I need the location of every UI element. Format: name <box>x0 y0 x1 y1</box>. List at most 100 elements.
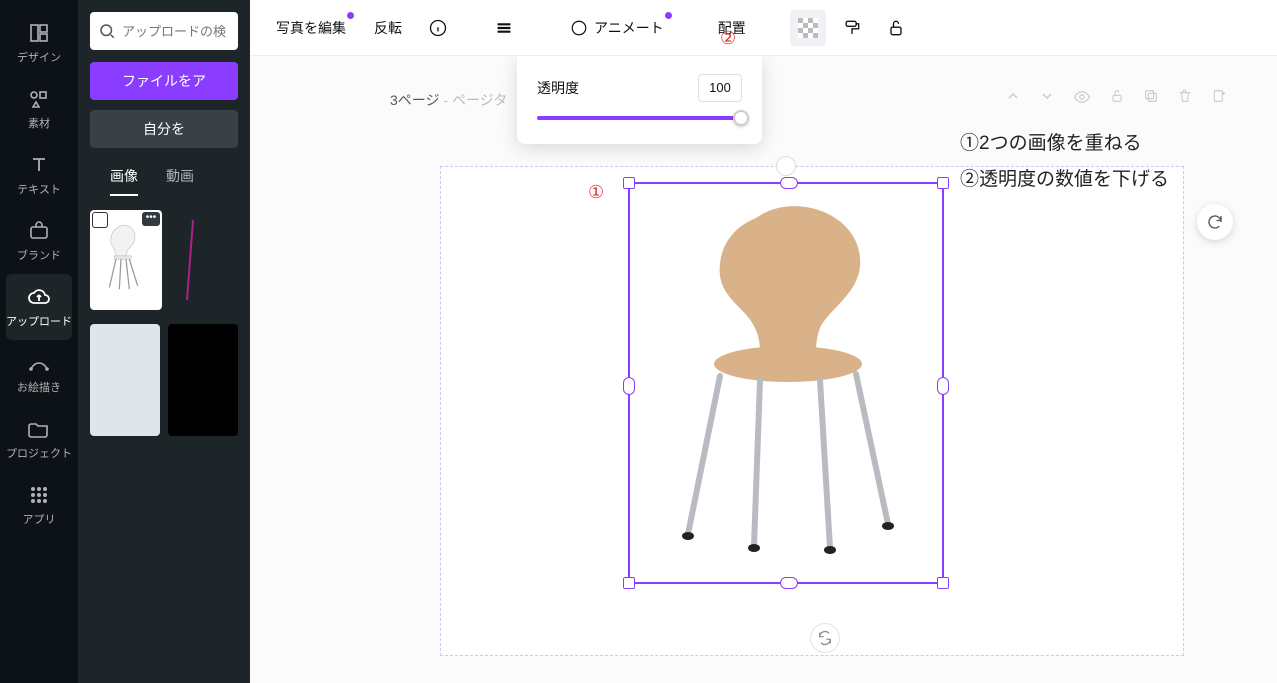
trash-icon <box>1177 88 1193 104</box>
nav-label: アップロード <box>6 313 72 329</box>
page-actions <box>1005 88 1227 111</box>
chair-image[interactable] <box>660 204 916 564</box>
record-yourself-button[interactable]: 自分を <box>90 110 238 148</box>
eye-icon <box>1073 88 1091 106</box>
nav-apps[interactable]: アプリ <box>0 472 78 538</box>
page-lock-button[interactable] <box>1109 88 1125 111</box>
page-up-button[interactable] <box>1005 88 1021 111</box>
nav-elements[interactable]: 素材 <box>0 76 78 142</box>
text-icon <box>27 153 51 177</box>
nav-uploads[interactable]: アップロード <box>6 274 72 340</box>
search-icon <box>98 22 116 40</box>
page-label[interactable]: 3ページ - ページタ <box>390 90 507 110</box>
flip-button[interactable]: 反転 <box>364 10 412 46</box>
sync-icon <box>817 630 833 646</box>
chevron-down-icon <box>1039 88 1055 104</box>
transparency-label: 透明度 <box>537 78 579 98</box>
resize-handle-tl[interactable] <box>623 177 635 189</box>
selected-element-frame[interactable] <box>628 182 944 584</box>
upload-thumbnails-row: ••• <box>90 210 238 310</box>
list-spacing-button[interactable] <box>486 10 522 46</box>
upload-thumbnail-black[interactable] <box>168 324 238 436</box>
style-copy-button[interactable] <box>834 10 870 46</box>
resize-handle-lm[interactable] <box>623 377 635 395</box>
partial-icon <box>185 220 195 300</box>
thumbnail-more-icon[interactable]: ••• <box>142 212 160 226</box>
thumbnail-checkbox[interactable] <box>92 212 108 228</box>
upload-file-button[interactable]: ファイルをア <box>90 62 238 100</box>
rotate-floating-button[interactable] <box>1197 204 1233 240</box>
page-sep: - <box>440 92 452 108</box>
rotation-handle[interactable] <box>776 156 796 176</box>
chevron-up-icon <box>1005 88 1021 104</box>
nav-rail: デザイン 素材 テキスト ブランド アップロード お絵描き プロジェクト アプリ <box>0 0 78 683</box>
flip-label: 反転 <box>374 18 402 38</box>
apps-grid-icon <box>27 483 51 507</box>
duplicate-icon <box>1143 88 1159 104</box>
briefcase-icon <box>27 219 51 243</box>
resize-handle-tm[interactable] <box>780 177 798 189</box>
nav-label: ブランド <box>17 247 61 263</box>
annotation-marker-1: ① <box>588 182 604 203</box>
shapes-icon <box>27 87 51 111</box>
chair-thumbnail-icon <box>101 220 151 300</box>
page-add-button[interactable] <box>1211 88 1227 111</box>
edit-photo-button[interactable]: 写真を編集 <box>266 10 356 46</box>
layout-icon <box>27 21 51 45</box>
tab-videos[interactable]: 動画 <box>166 166 194 196</box>
transparency-button[interactable] <box>790 10 826 46</box>
rotate-ccw-icon <box>1206 213 1224 231</box>
page-duplicate-button[interactable] <box>1143 88 1159 111</box>
info-button[interactable] <box>420 10 456 46</box>
info-icon <box>428 18 448 38</box>
nav-draw[interactable]: お絵描き <box>0 340 78 406</box>
transparency-slider[interactable] <box>537 116 742 120</box>
upload-thumbnail[interactable]: ••• <box>90 210 162 310</box>
upload-thumbnails-row2 <box>90 324 238 436</box>
nav-brand[interactable]: ブランド <box>0 208 78 274</box>
transparency-value-input[interactable]: 100 <box>698 74 742 102</box>
lock-button[interactable] <box>878 10 914 46</box>
resize-handle-bl[interactable] <box>623 577 635 589</box>
upload-tabs: 画像 動画 <box>90 166 238 196</box>
annotation-text-2: ②透明度の数値を下げる <box>960 164 1169 191</box>
new-feature-dot-icon <box>347 12 354 19</box>
draw-icon <box>27 351 51 375</box>
cloud-upload-icon <box>27 285 51 309</box>
resize-handle-br[interactable] <box>937 577 949 589</box>
new-feature-dot-icon <box>665 12 672 19</box>
animate-button[interactable]: アニメート <box>560 10 674 46</box>
add-page-icon <box>1211 88 1227 104</box>
resize-handle-rm[interactable] <box>937 377 949 395</box>
page-sub-text: ページタ <box>452 92 507 108</box>
nav-projects[interactable]: プロジェクト <box>0 406 78 472</box>
resize-handle-bm[interactable] <box>780 577 798 589</box>
page-hide-button[interactable] <box>1073 88 1091 111</box>
context-toolbar: 写真を編集 反転 アニメート 配置 <box>250 0 1277 56</box>
page-down-button[interactable] <box>1039 88 1055 111</box>
menu-lines-icon <box>493 17 515 39</box>
search-input-wrap[interactable] <box>90 12 238 50</box>
transparency-popover: 透明度 100 <box>517 56 762 144</box>
canvas-area[interactable]: 3ページ - ページタ <box>250 56 1277 683</box>
tab-images[interactable]: 画像 <box>110 166 138 196</box>
nav-label: 素材 <box>28 115 50 131</box>
page-sync-button[interactable] <box>810 623 840 653</box>
lock-open-icon <box>886 18 906 38</box>
edit-photo-label: 写真を編集 <box>276 18 346 38</box>
slider-knob[interactable] <box>733 110 749 126</box>
paint-roller-icon <box>842 18 862 38</box>
upload-thumbnail-partial[interactable] <box>170 210 210 310</box>
upload-thumbnail-page[interactable] <box>90 324 160 436</box>
page-delete-button[interactable] <box>1177 88 1193 111</box>
search-input[interactable] <box>122 24 230 39</box>
nav-text[interactable]: テキスト <box>0 142 78 208</box>
animate-label: アニメート <box>594 18 664 38</box>
lock-open-icon <box>1109 88 1125 104</box>
resize-handle-tr[interactable] <box>937 177 949 189</box>
chair-graphic-icon <box>660 204 916 564</box>
nav-design[interactable]: デザイン <box>0 10 78 76</box>
annotation-text-1: ①2つの画像を重ねる <box>960 128 1142 155</box>
nav-label: お絵描き <box>17 379 61 395</box>
nav-label: プロジェクト <box>6 445 72 461</box>
